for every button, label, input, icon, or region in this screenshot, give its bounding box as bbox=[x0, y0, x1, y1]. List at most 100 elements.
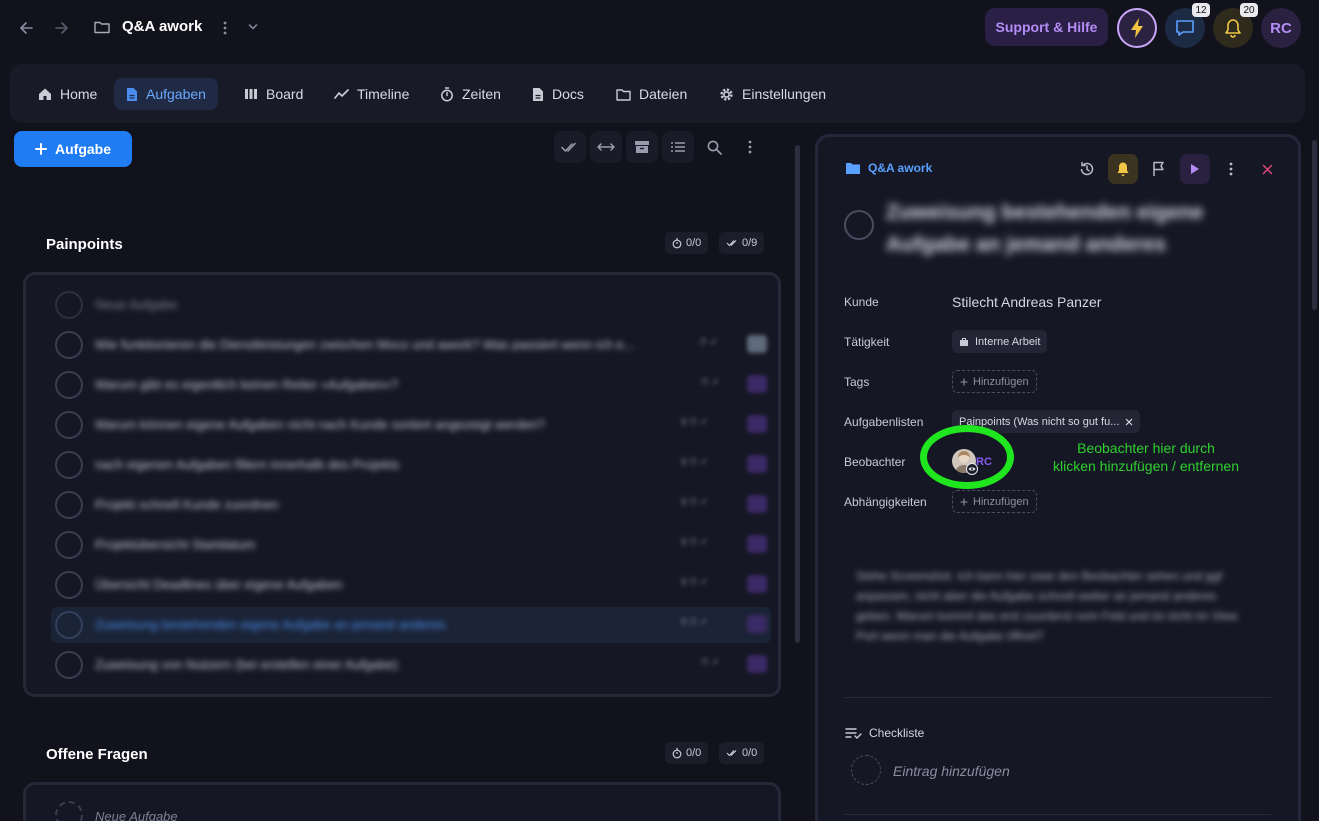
section-title: Painpoints bbox=[46, 236, 123, 253]
back-arrow-icon[interactable] bbox=[14, 16, 38, 40]
task-description[interactable]: Siehe Screenshot. Ich kann hier zwar den… bbox=[856, 566, 1246, 646]
assignee-avatar[interactable] bbox=[747, 575, 767, 593]
chevron-down-icon[interactable] bbox=[248, 23, 258, 31]
project-link[interactable]: Q&A awork bbox=[845, 161, 932, 175]
kebab-menu-icon[interactable] bbox=[221, 20, 229, 36]
assignee-avatar[interactable] bbox=[747, 655, 767, 673]
checklist-checkbox[interactable] bbox=[851, 755, 881, 785]
assignee-avatar[interactable] bbox=[747, 415, 767, 433]
history-button[interactable] bbox=[1072, 154, 1102, 184]
close-icon bbox=[1262, 164, 1272, 174]
tab-home[interactable]: Home bbox=[26, 78, 109, 110]
assignee-avatar[interactable] bbox=[747, 335, 767, 353]
search-button[interactable] bbox=[698, 131, 730, 163]
chat-icon bbox=[1176, 20, 1194, 36]
tab-zeiten[interactable]: Zeiten bbox=[428, 78, 513, 110]
activity-chip[interactable]: Interne Arbeit bbox=[952, 330, 1048, 353]
list-scrollbar[interactable] bbox=[795, 145, 800, 643]
task-checkbox[interactable] bbox=[55, 611, 83, 639]
flag-button[interactable] bbox=[1144, 154, 1174, 184]
tab-label: Zeiten bbox=[462, 86, 501, 102]
tab-aufgaben[interactable]: Aufgaben bbox=[114, 78, 218, 110]
new-task-row[interactable]: Neue Aufgabe bbox=[51, 287, 771, 323]
task-row[interactable]: Projekt schnell Kunde zuordnen 0 ⏱ ✓ bbox=[51, 487, 771, 523]
watch-button[interactable] bbox=[1108, 154, 1138, 184]
plus-icon bbox=[960, 498, 968, 505]
chat-button[interactable]: 12 bbox=[1165, 3, 1210, 48]
field-label-abhaengigkeiten: Abhängigkeiten bbox=[844, 495, 927, 509]
notifications-button[interactable]: 20 bbox=[1213, 3, 1258, 48]
done-counter: 0/0 bbox=[719, 742, 765, 764]
assignee-avatar[interactable] bbox=[747, 375, 767, 393]
close-icon[interactable] bbox=[1125, 418, 1133, 426]
tab-docs[interactable]: Docs bbox=[520, 78, 596, 110]
task-row[interactable]: Warum können eigene Aufgaben nicht nach … bbox=[51, 407, 771, 443]
user-avatar[interactable]: RC bbox=[1261, 8, 1301, 48]
tab-label: Timeline bbox=[357, 86, 410, 102]
task-meta: 0 ⏱ ✓ bbox=[681, 617, 709, 628]
task-row[interactable]: Übersicht Deadlines über eigene Aufgaben… bbox=[51, 567, 771, 603]
expand-button[interactable] bbox=[590, 131, 622, 163]
more-options-button[interactable] bbox=[1216, 154, 1246, 184]
close-button[interactable] bbox=[1252, 154, 1282, 184]
task-meta: 0 ⏱ ✓ bbox=[681, 537, 709, 548]
task-title: Projektübersicht Startdatum bbox=[95, 537, 256, 552]
start-timer-button[interactable] bbox=[1180, 154, 1210, 184]
add-task-button[interactable]: Aufgabe bbox=[14, 131, 132, 167]
new-task-input[interactable]: Neue Aufgabe bbox=[95, 809, 178, 821]
task-checkbox[interactable] bbox=[55, 491, 83, 519]
task-title: Wie funktionieren die Dienstleistungen z… bbox=[95, 337, 635, 352]
document-icon bbox=[127, 87, 137, 101]
task-checkbox[interactable] bbox=[55, 291, 83, 319]
task-meta: 0 ⏱ ✓ bbox=[681, 577, 709, 588]
assignee-avatar[interactable] bbox=[747, 455, 767, 473]
task-title[interactable]: Zuweisung bestehenden eigene Aufgabe an … bbox=[886, 197, 1266, 261]
task-checkbox[interactable] bbox=[55, 651, 83, 679]
assignee-avatar[interactable] bbox=[747, 615, 767, 633]
task-row[interactable]: Projektübersicht Startdatum 0 ⏱ ✓ bbox=[51, 527, 771, 563]
project-title[interactable]: Q&A awork bbox=[122, 18, 202, 35]
task-checkbox[interactable] bbox=[55, 801, 83, 821]
lightning-button[interactable] bbox=[1117, 8, 1157, 48]
assignee-avatar[interactable] bbox=[747, 495, 767, 513]
task-list: Neue Aufgabe Wie funktionieren die Diens… bbox=[23, 272, 781, 697]
checklist-input[interactable]: Eintrag hinzufügen bbox=[893, 763, 1010, 779]
task-meta: ⏱ ✓ bbox=[699, 337, 718, 348]
customer-value[interactable]: Stilecht Andreas Panzer bbox=[952, 294, 1101, 310]
more-options-button[interactable] bbox=[734, 131, 766, 163]
task-checkbox[interactable] bbox=[55, 571, 83, 599]
play-icon bbox=[1191, 164, 1199, 174]
plus-icon bbox=[35, 143, 47, 155]
forward-arrow-icon[interactable] bbox=[50, 16, 74, 40]
task-row[interactable]: Warum gibt es eigentlich keinen Reiter »… bbox=[51, 367, 771, 403]
assignee-avatar[interactable] bbox=[747, 535, 767, 553]
task-checkbox[interactable] bbox=[55, 411, 83, 439]
task-checkbox[interactable] bbox=[55, 331, 83, 359]
page-scrollbar[interactable] bbox=[1312, 140, 1317, 310]
task-row-selected[interactable]: Zuweisung bestehenden eigene Aufgabe an … bbox=[51, 607, 771, 643]
tab-board[interactable]: Board bbox=[232, 78, 315, 110]
double-check-button[interactable] bbox=[554, 131, 586, 163]
task-complete-checkbox[interactable] bbox=[844, 210, 874, 240]
task-row[interactable]: Zuweisung von Nutzern (bei erstellen ein… bbox=[51, 647, 771, 683]
task-row[interactable]: nach eigenen Aufgaben filtern innerhalb … bbox=[51, 447, 771, 483]
tab-dateien[interactable]: Dateien bbox=[604, 78, 699, 110]
archive-button[interactable] bbox=[626, 131, 658, 163]
task-row[interactable]: Wie funktionieren die Dienstleistungen z… bbox=[51, 327, 771, 363]
task-meta: ⏱ ✓ bbox=[701, 377, 720, 388]
list-view-button[interactable] bbox=[662, 131, 694, 163]
folder-icon bbox=[94, 20, 110, 34]
support-button[interactable]: Support & Hilfe bbox=[985, 8, 1108, 46]
flag-icon bbox=[1153, 161, 1164, 176]
task-checkbox[interactable] bbox=[55, 451, 83, 479]
field-label-taetigkeit: Tätigkeit bbox=[844, 335, 890, 349]
task-title: Zuweisung von Nutzern (bei erstellen ein… bbox=[95, 657, 398, 672]
add-dependency-button[interactable]: Hinzufügen bbox=[952, 490, 1037, 513]
new-task-row[interactable]: Neue Aufgabe bbox=[51, 797, 771, 821]
plus-icon bbox=[960, 378, 968, 385]
tab-einstellungen[interactable]: Einstellungen bbox=[707, 78, 838, 110]
task-checkbox[interactable] bbox=[55, 371, 83, 399]
add-tag-button[interactable]: Hinzufügen bbox=[952, 370, 1037, 393]
tab-timeline[interactable]: Timeline bbox=[322, 78, 421, 110]
task-checkbox[interactable] bbox=[55, 531, 83, 559]
